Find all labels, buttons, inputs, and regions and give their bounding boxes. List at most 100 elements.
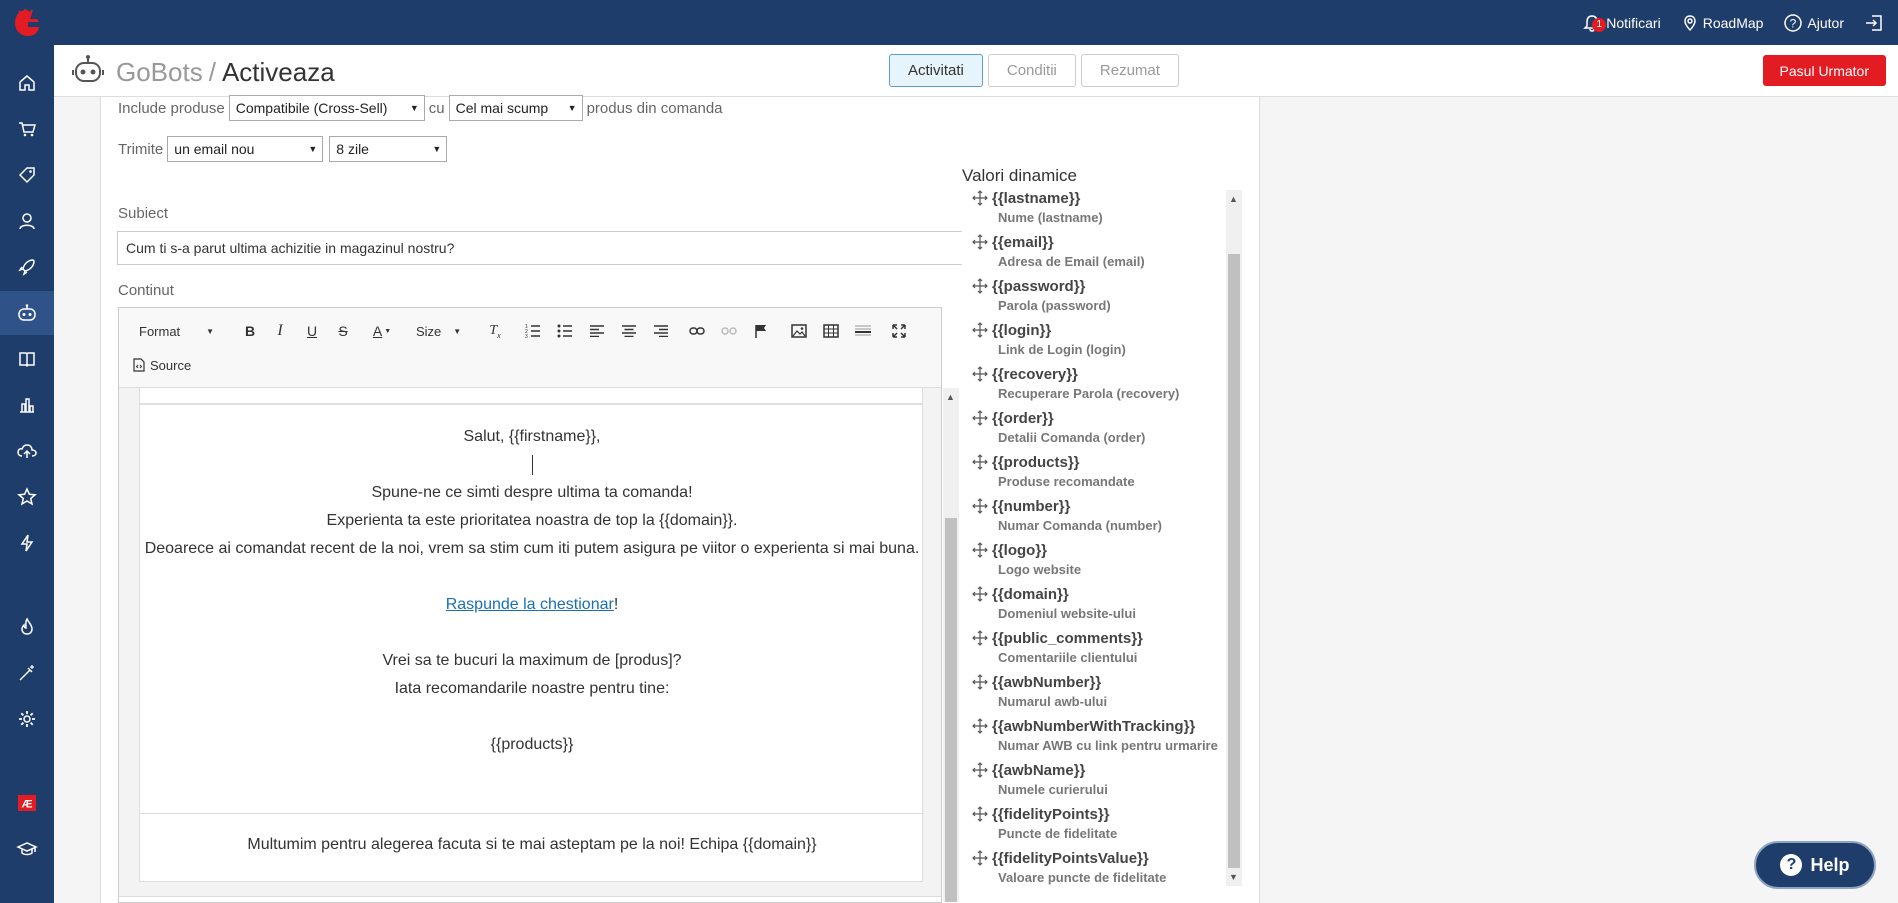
sidebar-item-reports[interactable] (0, 383, 54, 427)
delay-days-select[interactable]: 8 zile (329, 136, 448, 162)
dynamic-value-tag-text: {{awbName}} (992, 761, 1086, 779)
help-widget-button[interactable]: ? Help (1754, 841, 1876, 889)
dyn-scroll-down-arrow-icon[interactable]: ▼ (1229, 872, 1238, 882)
dynamic-value-item[interactable]: {{public_comments}} Comentariile clientul… (972, 628, 1234, 665)
dynamic-value-item[interactable]: {{number}} Numar Comanda (number) (972, 496, 1234, 533)
size-dropdown[interactable]: Size ▼ (416, 320, 471, 342)
sidebar-item-content[interactable] (0, 337, 54, 381)
editor-scroll-thumb[interactable] (945, 518, 957, 902)
table-button[interactable] (821, 320, 841, 342)
dynamic-value-item[interactable]: {{password}} Parola (password) (972, 276, 1234, 313)
notifications-link[interactable]: 1 Notificari (1582, 13, 1661, 33)
sidebar-item-tools[interactable] (0, 651, 54, 695)
email-body-text[interactable]: Salut, {{firstname}}, Spune-ne ce simti … (140, 423, 924, 759)
numbered-list-button[interactable]: 123 (523, 320, 543, 342)
sidebar-item-marketing[interactable] (0, 245, 54, 289)
delay-days-value: 8 zile (336, 141, 369, 157)
tab-activitati[interactable]: Activitati (889, 54, 983, 87)
sidebar-item-academy[interactable] (0, 827, 54, 871)
dynamic-value-item[interactable]: {{fidelityPoints}} Puncte de fidelitate (972, 804, 1234, 841)
remove-format-button[interactable]: Tx (485, 320, 505, 342)
sidebar-item-orders[interactable] (0, 107, 54, 151)
dynamic-value-item[interactable]: {{logo}} Logo website (972, 540, 1234, 577)
send-label: Trimite (118, 140, 164, 158)
strikethrough-button[interactable]: S (334, 320, 352, 342)
link-button[interactable] (687, 320, 707, 342)
sidebar-item-home[interactable] (0, 61, 54, 105)
editor-scrollbar[interactable]: ▲ (943, 388, 959, 902)
user-icon (19, 213, 35, 230)
top-bar: 1 Notificari RoadMap ? Ajutor (0, 0, 1898, 45)
maximize-button[interactable] (889, 320, 909, 342)
dynamic-value-item[interactable]: {{domain}} Domeniul website-ului (972, 584, 1234, 621)
dynamic-value-item[interactable]: {{awbNumberWithTracking}} Numar AWB cu li… (972, 716, 1234, 753)
align-left-button[interactable] (587, 320, 607, 342)
roadmap-link[interactable]: RoadMap (1681, 14, 1764, 32)
dynamic-value-tag-text: {{order}} (992, 409, 1054, 427)
sidebar-item-automation[interactable] (0, 521, 54, 565)
subject-input[interactable] (117, 231, 964, 265)
dyn-scroll-up-arrow-icon[interactable]: ▲ (1229, 194, 1238, 204)
dynamic-value-item[interactable]: {{order}} Detalii Comanda (order) (972, 408, 1234, 445)
drag-move-icon (972, 190, 988, 206)
underline-button[interactable]: U (303, 320, 321, 342)
sidebar-item-cloud[interactable] (0, 429, 54, 473)
price-order-select[interactable]: Cel mai scump (448, 95, 583, 121)
dynamic-value-tag: {{login}} (972, 320, 1234, 340)
help-link[interactable]: ? Ajutor (1783, 13, 1844, 33)
notifications-badge: 1 (1592, 17, 1607, 32)
dynamic-value-item[interactable]: {{recovery}} Recuperare Parola (recovery) (972, 364, 1234, 401)
unlink-button[interactable] (719, 320, 739, 342)
sidebar-item-reviews[interactable] (0, 475, 54, 519)
tab-rezumat[interactable]: Rezumat (1080, 54, 1179, 87)
dynamic-value-item[interactable]: {{products}} Produse recomandate (972, 452, 1234, 489)
sidebar-item-settings[interactable] (0, 697, 54, 741)
size-label: Size (416, 323, 442, 339)
dynamic-value-item[interactable]: {{fidelityPointsValue}} Valoare puncte de… (972, 848, 1234, 885)
sidebar-item-ae[interactable]: Æ (0, 781, 54, 825)
align-center-button[interactable] (619, 320, 639, 342)
map-pin-icon (1683, 14, 1696, 31)
align-right-button[interactable] (651, 320, 671, 342)
size-chevron-down-icon: ▼ (453, 326, 462, 336)
sidebar-item-customers[interactable] (0, 199, 54, 243)
magic-wand-icon (19, 665, 34, 681)
bold-button[interactable]: B (241, 320, 259, 342)
sidebar: Æ (0, 45, 54, 903)
drag-move-icon (972, 718, 988, 734)
text-color-button[interactable]: A ▼ (368, 320, 396, 342)
dynamic-value-item[interactable]: {{login}} Link de Login (login) (972, 320, 1234, 357)
editor-content-area[interactable]: Salut, {{firstname}}, Spune-ne ce simti … (119, 388, 941, 902)
sidebar-item-products[interactable] (0, 153, 54, 197)
email-body[interactable]: Salut, {{firstname}}, Spune-ne ce simti … (139, 404, 924, 883)
sidebar-item-hot[interactable] (0, 605, 54, 649)
horizontal-line-button[interactable] (853, 320, 873, 342)
anchor-button[interactable] (751, 320, 771, 342)
tab-conditii[interactable]: Conditii (987, 54, 1076, 87)
dynamic-value-item[interactable]: {{awbName}} Numele curierului (972, 760, 1234, 797)
app-logo[interactable] (0, 0, 54, 45)
body-line-2: Experienta ta este prioritatea noastra d… (326, 512, 738, 529)
include-type-select[interactable]: Compatibile (Cross-Sell) (228, 95, 425, 121)
roadmap-label: RoadMap (1702, 14, 1764, 31)
image-button[interactable] (789, 320, 809, 342)
dynamic-value-item[interactable]: {{lastname}} Nume (lastname) (972, 188, 1234, 225)
next-step-button[interactable]: Pasul Urmator (1762, 55, 1886, 86)
dynamic-value-desc: Numarul awb-ului (998, 694, 1108, 709)
dynamic-values-scrollbar[interactable]: ▲ ▼ (1226, 190, 1242, 886)
italic-button[interactable]: I (271, 320, 289, 342)
bullet-list-button[interactable] (555, 320, 575, 342)
survey-link[interactable]: Raspunde la chestionar (446, 596, 614, 613)
dyn-scroll-thumb[interactable] (1228, 254, 1240, 868)
format-dropdown[interactable]: Format ▼ (139, 320, 229, 342)
dynamic-value-item[interactable]: {{email}} Adresa de Email (email) (972, 232, 1234, 269)
email-type-select[interactable]: un email nou (167, 136, 324, 162)
source-button[interactable]: Source (133, 354, 191, 376)
scroll-up-arrow-icon[interactable]: ▲ (946, 392, 955, 402)
email-footer[interactable]: Multumim pentru alegerea facuta si te ma… (140, 813, 924, 883)
dynamic-value-item[interactable]: {{awbNumber}} Numarul awb-ului (972, 672, 1234, 709)
logout-button[interactable] (1864, 13, 1884, 33)
page-title-app[interactable]: GoBots (116, 57, 203, 88)
sidebar-item-gobots[interactable] (0, 291, 54, 335)
